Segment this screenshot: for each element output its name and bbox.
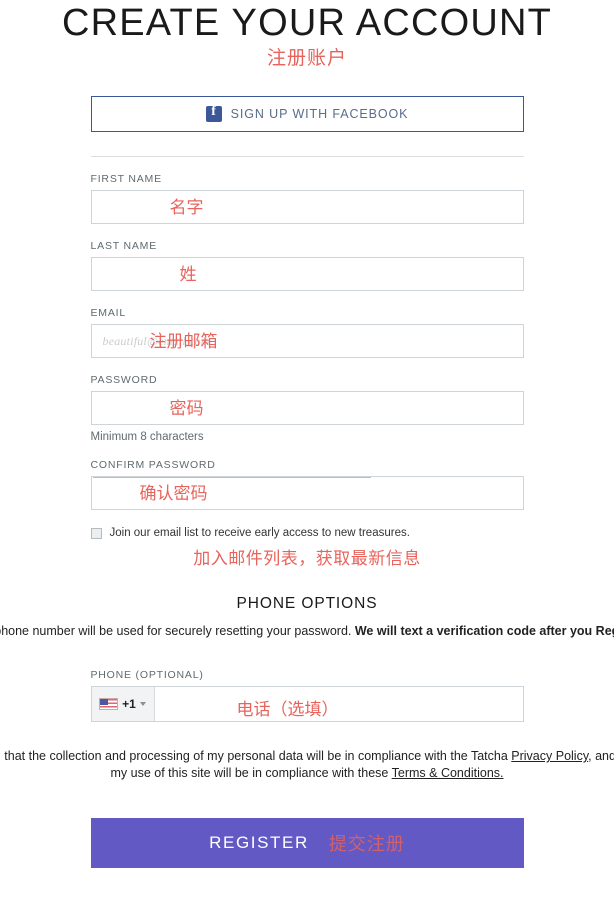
phone-field-group: PHONE (OPTIONAL) +1 电话（选填）	[90, 669, 524, 722]
password-input[interactable]: 密码	[90, 391, 524, 425]
phone-description: Your phone number will be used for secur…	[0, 623, 614, 640]
confirm-password-annotation-cn: 确认密码	[139, 484, 208, 504]
newsletter-checkbox-row[interactable]: Join our email list to receive early acc…	[90, 526, 524, 540]
password-annotation-cn: 密码	[169, 399, 204, 419]
password-hint: Minimum 8 characters	[90, 431, 204, 443]
signup-form: SIGN UP WITH FACEBOOK FIRST NAME 名字 LAST…	[0, 96, 614, 868]
privacy-policy-link[interactable]: Privacy Policy	[511, 749, 588, 763]
email-field-group: EMAIL beautiful@email.com 注册邮箱	[90, 307, 524, 358]
newsletter-annotation-cn: 加入邮件列表，获取最新信息	[193, 549, 421, 569]
confirm-password-label: CONFIRM PASSWORD	[90, 459, 216, 471]
confirm-password-field-group: CONFIRM PASSWORD 确认密码	[90, 459, 524, 510]
legal-text-part1: I understand that the collection and pro…	[0, 749, 508, 763]
country-code-selector[interactable]: +1	[91, 687, 155, 721]
password-label: PASSWORD	[90, 374, 158, 386]
email-placeholder: beautiful@email.com	[102, 333, 210, 348]
render-artifact-line	[92, 477, 371, 478]
newsletter-label: Join our email list to receive early acc…	[109, 527, 410, 539]
last-name-field-group: LAST NAME 姓	[90, 240, 524, 291]
last-name-input[interactable]: 姓	[90, 257, 524, 291]
password-field-group: PASSWORD 密码 Minimum 8 characters	[90, 374, 524, 443]
first-name-annotation-cn: 名字	[169, 198, 204, 218]
phone-annotation-cn: 电话（选填）	[236, 700, 339, 720]
chevron-down-icon	[139, 702, 146, 706]
phone-label: PHONE (OPTIONAL)	[90, 669, 204, 681]
first-name-input[interactable]: 名字	[90, 190, 524, 224]
facebook-icon	[205, 104, 222, 122]
page-title-annotation-cn: 注册账户	[266, 47, 347, 69]
signup-page: CREATE YOUR ACCOUNT 注册账户 SIGN UP WITH FA…	[0, 0, 614, 914]
phone-description-bold: We will text a verification code after y…	[354, 624, 614, 638]
facebook-button-label: SIGN UP WITH FACEBOOK	[230, 107, 409, 121]
legal-text-wrap: I understand that the collection and pro…	[0, 748, 614, 790]
terms-conditions-link[interactable]: Terms & Conditions.	[392, 766, 504, 780]
phone-input[interactable]: +1 电话（选填）	[90, 686, 524, 722]
us-flag-icon	[99, 698, 119, 710]
legal-text: I understand that the collection and pro…	[0, 748, 614, 782]
email-input[interactable]: beautiful@email.com 注册邮箱	[90, 324, 524, 358]
first-name-label: FIRST NAME	[90, 173, 162, 185]
email-label: EMAIL	[90, 307, 127, 319]
register-annotation-cn: 提交注册	[328, 834, 405, 855]
phone-options-heading: PHONE OPTIONS	[236, 595, 378, 612]
country-code-label: +1	[122, 697, 136, 711]
first-name-field-group: FIRST NAME 名字	[90, 173, 524, 224]
signup-with-facebook-button[interactable]: SIGN UP WITH FACEBOOK	[90, 96, 524, 132]
register-button-label: REGISTER	[209, 833, 309, 852]
section-divider	[90, 156, 524, 157]
register-button[interactable]: REGISTER 提交注册	[90, 818, 524, 868]
confirm-password-input[interactable]: 确认密码	[90, 476, 524, 510]
last-name-annotation-cn: 姓	[179, 265, 197, 285]
newsletter-checkbox[interactable]	[90, 528, 102, 539]
phone-description-wrap: Your phone number will be used for secur…	[0, 623, 614, 663]
last-name-label: LAST NAME	[90, 240, 158, 252]
phone-description-normal: Your phone number will be used for secur…	[0, 624, 355, 638]
page-title: CREATE YOUR ACCOUNT	[61, 2, 553, 44]
